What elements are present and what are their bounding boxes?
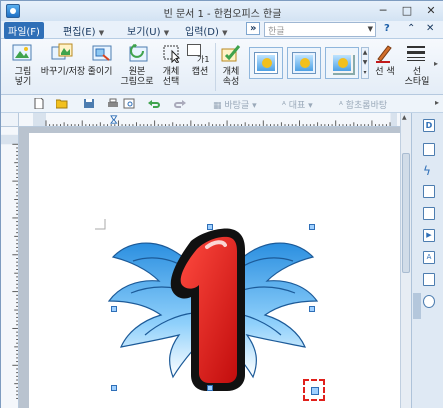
ribbon-overflow-icon[interactable]: ▸ xyxy=(434,59,438,68)
ribbon-separator xyxy=(215,43,216,91)
resize-handle-left[interactable] xyxy=(111,306,117,312)
close-button[interactable]: ✕ xyxy=(421,3,441,19)
title-bar: 빈 문서 1 - 한컴오피스 한글 ─ □ ✕ xyxy=(1,1,443,21)
font-name-combobox[interactable]: 한글 ▼ xyxy=(264,22,376,37)
vertical-scrollbar[interactable]: ▲ xyxy=(400,113,411,408)
task-side-panel: D ϟ ▶ A xyxy=(411,113,443,408)
menu-file[interactable]: 파일(F) xyxy=(4,22,44,39)
print-icon[interactable] xyxy=(107,98,119,109)
object-select-label: 개체 선택 xyxy=(162,67,180,87)
redo-icon[interactable] xyxy=(174,98,186,109)
toolbar-overflow-icon[interactable]: ▸ xyxy=(435,98,439,107)
panel-collapse-grip[interactable] xyxy=(413,293,421,319)
chevron-down-icon: ▼ xyxy=(98,29,105,37)
reduce-label: 줄이기 xyxy=(87,67,113,77)
line-style-label: 선 스타일 xyxy=(404,67,430,87)
menu-view[interactable]: 보기(U) ▼ xyxy=(127,23,169,38)
spellcheck-icon[interactable]: A xyxy=(423,251,435,264)
app-window: 빈 문서 1 - 한컴오피스 한글 ─ □ ✕ 파일(F) 편집(E) ▼ 보기… xyxy=(0,0,443,408)
preview-icon[interactable] xyxy=(123,98,135,109)
lightning-icon[interactable]: ϟ xyxy=(423,165,435,178)
font-name-value: 한글 xyxy=(268,27,285,37)
gallery-scroll[interactable]: ▲ ▼ ▾ xyxy=(361,47,369,79)
horizontal-ruler[interactable] xyxy=(19,113,411,127)
document-panel-icon[interactable] xyxy=(423,143,435,156)
menu-bar: 파일(F) 편집(E) ▼ 보기(U) ▼ 입력(D) ▼ » 한글 ▼ ? ⌃… xyxy=(1,21,443,39)
menu-edit[interactable]: 편집(E) ▼ xyxy=(63,23,104,38)
resize-handle-right[interactable] xyxy=(309,306,315,312)
doc-close-button[interactable]: ✕ xyxy=(426,23,434,34)
line-style-icon xyxy=(407,46,425,61)
picture-style-1[interactable] xyxy=(249,47,283,79)
menu-input-label: 입력(D) xyxy=(185,27,219,38)
menu-view-label: 보기(U) xyxy=(127,27,161,38)
picture-style-preview xyxy=(331,53,353,73)
scroll-up-icon[interactable]: ▲ xyxy=(402,114,407,121)
ruler-corner[interactable] xyxy=(1,113,19,127)
more-menus-button[interactable]: » xyxy=(246,22,261,35)
restore-picture-icon xyxy=(129,44,148,62)
ribbon-collapse-button[interactable]: ⌃ xyxy=(407,23,415,34)
resize-handle-bottom-left[interactable] xyxy=(111,385,117,391)
menu-edit-label: 편집(E) xyxy=(63,27,96,38)
clipboard-icon[interactable] xyxy=(423,207,435,220)
font-representative-selector[interactable]: ᴬ 대표 ▾ xyxy=(282,98,313,111)
object-properties-label: 개체 속성 xyxy=(222,67,240,87)
caption-label: 캡션 xyxy=(191,67,209,77)
page-icon[interactable] xyxy=(423,185,435,198)
vertical-ruler[interactable] xyxy=(1,127,19,408)
resize-handle-bottom-right-highlighted[interactable] xyxy=(303,379,325,401)
chevron-down-icon: ▼ xyxy=(163,29,170,37)
original-picture-label: 원본 그림으로 xyxy=(120,67,154,87)
picture-style-preview xyxy=(255,53,277,73)
minimize-button[interactable]: ─ xyxy=(373,3,393,19)
font-face-selector[interactable]: ᴬ 함초롬바탕 xyxy=(339,98,387,111)
standard-toolbar: ▦ 바탕글 ▾ ᴬ 대표 ▾ ᴬ 함초롬바탕 ▸ xyxy=(1,95,443,113)
font-face-value: 함초롬바탕 xyxy=(345,101,388,111)
menu-input[interactable]: 입력(D) ▼ xyxy=(185,23,227,38)
shape-icon[interactable] xyxy=(423,273,435,286)
document-canvas[interactable] xyxy=(19,127,400,408)
font-rep-value: 대표 xyxy=(288,101,306,111)
chevron-down-icon: ▼ xyxy=(367,25,373,33)
object-select-icon xyxy=(163,45,181,63)
dictionary-icon[interactable]: D xyxy=(423,119,435,132)
resize-handle-bottom[interactable] xyxy=(207,385,213,391)
help-button[interactable]: ? xyxy=(384,23,390,34)
swap-save-label: 바꾸기/저장 xyxy=(40,67,86,77)
people-icon[interactable] xyxy=(423,295,435,308)
picture-style-preview xyxy=(293,53,315,73)
insert-picture-label: 그림 넣기 xyxy=(14,67,32,87)
maximize-button[interactable]: □ xyxy=(397,3,417,19)
picture-style-3[interactable] xyxy=(325,47,359,79)
play-icon[interactable]: ▶ xyxy=(423,229,435,242)
winged-number-one-image[interactable] xyxy=(107,227,319,392)
insert-picture-icon xyxy=(12,44,32,61)
style-selector-value: 바탕글 xyxy=(224,101,250,111)
chevron-down-icon: ▼ xyxy=(222,29,228,37)
document-page[interactable] xyxy=(29,133,400,408)
save-icon[interactable] xyxy=(83,98,95,109)
resize-handle-top-right[interactable] xyxy=(309,224,315,230)
picture-style-2[interactable] xyxy=(287,47,321,79)
resize-handle-top[interactable] xyxy=(207,224,213,230)
undo-icon[interactable] xyxy=(148,98,160,109)
pen-color-icon xyxy=(376,45,392,63)
style-selector[interactable]: ▦ 바탕글 ▾ xyxy=(213,98,257,111)
line-color-label: 선 색 xyxy=(375,67,395,77)
new-document-icon[interactable] xyxy=(33,98,45,109)
swap-picture-icon xyxy=(51,43,73,60)
object-properties-icon xyxy=(221,45,241,62)
scroll-thumb[interactable] xyxy=(402,153,410,273)
reduce-picture-icon xyxy=(92,45,112,61)
caption-tag: 가1 xyxy=(197,55,210,64)
open-folder-icon[interactable] xyxy=(56,98,68,109)
picture-ribbon: 그림 넣기 바꾸기/저장 줄이기 원본 그림으로 개체 선택 가1 캡션 개체 … xyxy=(1,39,443,95)
